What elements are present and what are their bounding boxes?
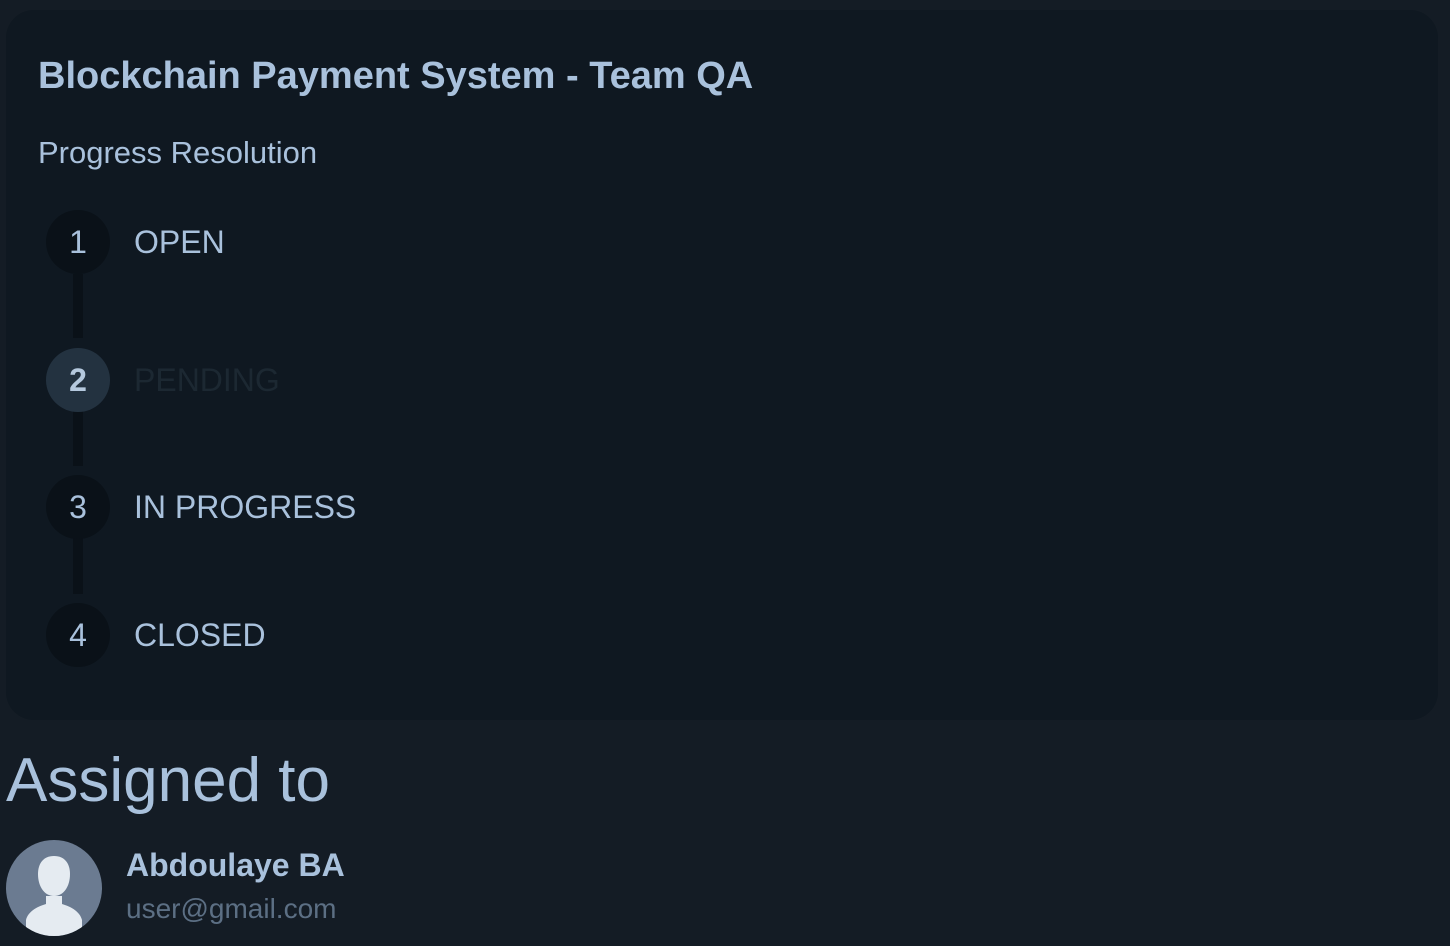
step-in-progress[interactable]: 3 IN PROGRESS bbox=[46, 475, 646, 539]
assignee-email: user@gmail.com bbox=[126, 893, 337, 924]
step-connector bbox=[73, 530, 83, 594]
step-connector bbox=[73, 274, 83, 338]
progress-card: Blockchain Payment System - Team QA Prog… bbox=[6, 10, 1438, 720]
step-pending[interactable]: 2 PENDING bbox=[46, 348, 646, 412]
step-label: PENDING bbox=[134, 362, 280, 398]
step-label: IN PROGRESS bbox=[134, 489, 357, 525]
assigned-heading: Assigned to bbox=[6, 746, 330, 815]
step-open[interactable]: 1 OPEN bbox=[46, 210, 646, 274]
step-closed[interactable]: 4 CLOSED bbox=[46, 603, 646, 667]
step-number-circle: 1 bbox=[46, 210, 110, 274]
progress-section-label: Progress Resolution bbox=[38, 135, 318, 170]
step-number-circle: 2 bbox=[46, 348, 110, 412]
step-label: CLOSED bbox=[134, 617, 266, 653]
step-number-circle: 3 bbox=[46, 475, 110, 539]
assignee-card: Abdoulaye BA user@gmail.com bbox=[6, 840, 606, 940]
default-user-avatar-icon bbox=[6, 840, 102, 936]
assignee-name: Abdoulaye BA bbox=[126, 847, 345, 883]
step-label: OPEN bbox=[134, 224, 225, 260]
progress-stepper: 1 OPEN 2 PENDING 3 IN PROGRESS 4 CLOSED bbox=[46, 210, 646, 670]
step-number-circle: 4 bbox=[46, 603, 110, 667]
ticket-title: Blockchain Payment System - Team QA bbox=[38, 55, 754, 97]
